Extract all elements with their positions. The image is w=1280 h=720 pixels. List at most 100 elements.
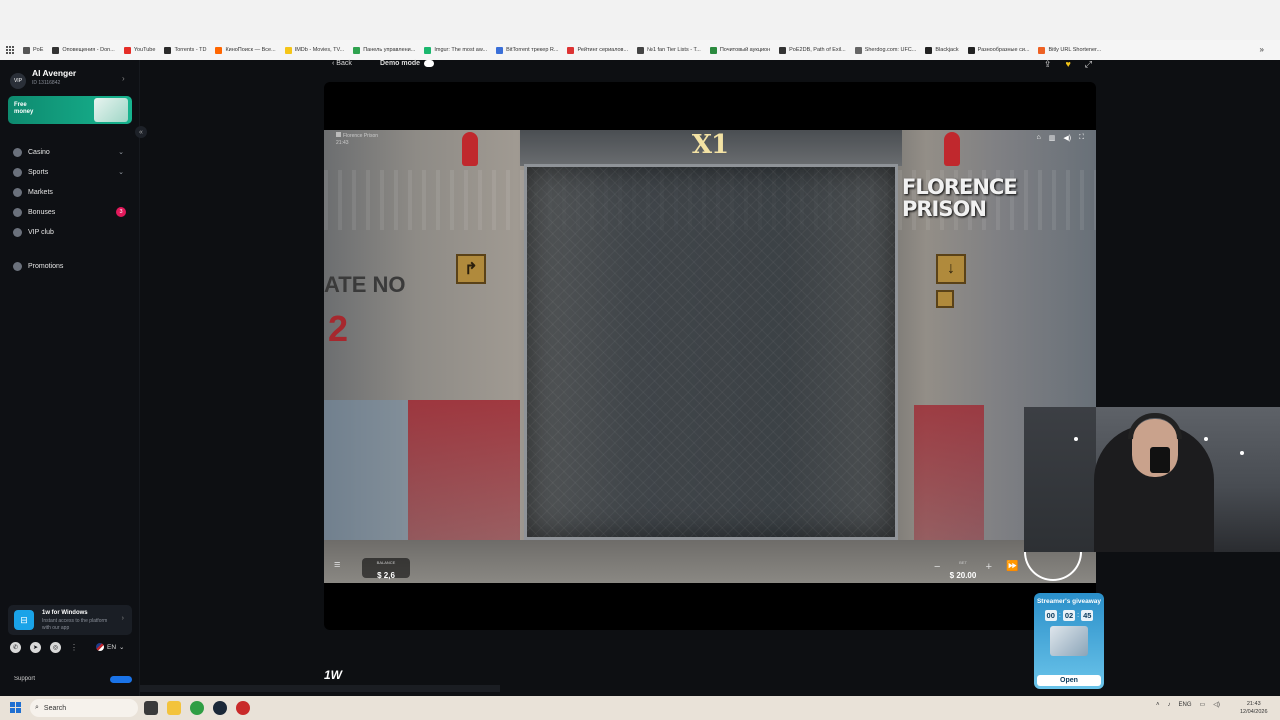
tray-language[interactable]: ENG bbox=[1179, 702, 1192, 708]
bookmark-item[interactable]: Почитовый аукцион bbox=[709, 46, 771, 54]
volume-icon[interactable]: ◁) bbox=[1213, 701, 1220, 708]
taskbar-search[interactable]: ⌕ Search bbox=[30, 699, 138, 717]
windows-start-icon[interactable] bbox=[10, 702, 21, 713]
bookmark-label: Почитовый аукцион bbox=[719, 47, 771, 53]
bookmarks-overflow-icon[interactable]: » bbox=[1260, 45, 1264, 54]
sound-icon[interactable]: ◀) bbox=[1063, 134, 1071, 142]
microphone-icon[interactable]: ♪ bbox=[1168, 702, 1171, 708]
game-logo: FLORENCE PRISON bbox=[902, 176, 1018, 220]
chevron-up-icon[interactable]: ˄ bbox=[1156, 702, 1160, 708]
turbo-fast-forward-icon[interactable]: ⏩ bbox=[1006, 561, 1018, 572]
spin-button[interactable] bbox=[1024, 547, 1082, 581]
slot-game-canvas[interactable]: ATE NO 2 X1 FLORENCE PRISON ↱ ↓ Florence… bbox=[324, 130, 1096, 583]
more-icon[interactable]: ⋮ bbox=[70, 643, 78, 652]
sidebar-item-promotions[interactable]: Promotions bbox=[8, 256, 132, 276]
back-label: Back bbox=[336, 60, 352, 67]
system-clock[interactable]: 21:43 12/04/2026 bbox=[1240, 700, 1268, 716]
share-icon[interactable]: ⇪ bbox=[1044, 59, 1052, 70]
bookmark-favicon-icon bbox=[779, 46, 787, 54]
gate-sign-number: 2 bbox=[328, 308, 349, 349]
webcam-wall bbox=[1024, 407, 1096, 552]
brand-logo: 1W bbox=[324, 668, 342, 682]
bookmark-item[interactable]: Разнообразные си... bbox=[967, 46, 1029, 54]
language-label: EN bbox=[107, 643, 117, 651]
hamburger-menu-icon[interactable]: ≡ bbox=[334, 559, 340, 571]
bookmark-item[interactable]: PoE2DB, Path of Exil... bbox=[779, 46, 846, 54]
back-button[interactable]: ‹ Back bbox=[332, 60, 352, 67]
bookmark-favicon-icon bbox=[353, 46, 361, 54]
giveaway-title: Streamer's giveaway bbox=[1036, 598, 1102, 605]
bookmark-item[interactable]: YouTube bbox=[123, 46, 155, 54]
app-icon[interactable] bbox=[236, 701, 250, 715]
sidebar-item-bonuses[interactable]: Bonuses 3 bbox=[8, 202, 132, 222]
demo-mode-label: Demo mode bbox=[380, 60, 421, 67]
file-explorer-icon[interactable] bbox=[167, 701, 181, 715]
sidebar-nav: Casino ⌄ Sports ⌄ Markets Bonuses 3 VIP … bbox=[8, 142, 132, 276]
windows-app-card[interactable]: ⊟ 1w for Windows Instant access to the p… bbox=[8, 605, 132, 635]
bookmark-label: №1 fan Tier Lists - T... bbox=[647, 47, 701, 53]
clock-date: 12/04/2026 bbox=[1240, 709, 1268, 715]
game-icon bbox=[336, 132, 341, 137]
sidebar-item-vip-club[interactable]: VIP club bbox=[8, 222, 132, 242]
toggle-switch[interactable] bbox=[424, 60, 435, 67]
bookmark-item[interactable]: Torrents - TD bbox=[164, 46, 206, 54]
promotions-icon bbox=[13, 261, 22, 271]
sidebar-item-casino[interactable]: Casino ⌄ bbox=[8, 142, 132, 162]
bookmark-item[interactable]: Панель управлени... bbox=[353, 46, 415, 54]
home-icon[interactable]: ⌂ bbox=[1037, 134, 1041, 142]
language-selector[interactable]: EN ⌄ bbox=[96, 643, 124, 651]
wall-left bbox=[324, 400, 408, 550]
sidebar-item-markets[interactable]: Markets bbox=[8, 182, 132, 202]
whatsapp-icon[interactable]: ✆ bbox=[10, 642, 21, 653]
paytable-icon[interactable]: ▥ bbox=[1049, 134, 1056, 142]
chrome-icon[interactable] bbox=[190, 701, 204, 715]
bonuses-icon bbox=[13, 207, 22, 217]
increase-bet-button[interactable]: + bbox=[986, 561, 992, 573]
favorite-heart-icon[interactable]: ♥ bbox=[1065, 59, 1070, 70]
game-frame: ATE NO 2 X1 FLORENCE PRISON ↱ ↓ Florence… bbox=[324, 82, 1096, 630]
bookmark-item[interactable]: КиноПоиск — Все... bbox=[215, 46, 276, 54]
bookmark-item[interactable]: №1 fan Tier Lists - T... bbox=[637, 46, 701, 54]
instagram-icon[interactable]: ◎ bbox=[50, 642, 61, 653]
timer-hours: 00 bbox=[1044, 610, 1057, 621]
apps-grid-icon[interactable] bbox=[6, 46, 14, 54]
steam-icon[interactable] bbox=[213, 701, 227, 715]
social-links: ✆ ➤ ◎ ⋮ bbox=[10, 642, 78, 653]
fullscreen-icon[interactable]: ⛶ bbox=[1079, 134, 1084, 142]
user-profile[interactable]: VIP AI Avenger ID 13116842 bbox=[10, 68, 76, 89]
bookmark-item[interactable]: Рейтинг сериалов... bbox=[567, 46, 628, 54]
bookmark-item[interactable]: Оповещения - Don... bbox=[52, 46, 115, 54]
username: AI Avenger bbox=[32, 68, 77, 78]
bookmark-item[interactable]: IMDb - Movies, TV... bbox=[284, 46, 344, 54]
sidebar-item-sports[interactable]: Sports ⌄ bbox=[8, 162, 132, 182]
game-name: Florence Prison bbox=[343, 133, 379, 139]
bookmark-favicon-icon bbox=[854, 46, 862, 54]
sidebar: VIP AI Avenger ID 13116842 › Free money … bbox=[0, 60, 147, 696]
game-controls: ⌂ ▥ ◀) ⛶ bbox=[1037, 134, 1084, 142]
bookmark-item[interactable]: PoE bbox=[23, 46, 44, 54]
collapse-sidebar-icon[interactable]: « bbox=[135, 126, 147, 138]
task-view-icon[interactable] bbox=[144, 701, 158, 715]
bookmark-label: PoE bbox=[33, 47, 44, 53]
support-link[interactable]: Support bbox=[14, 676, 35, 684]
fullscreen-icon[interactable]: ⤢ bbox=[1085, 59, 1092, 70]
game-time: 21:43 bbox=[336, 140, 349, 146]
telegram-icon[interactable]: ➤ bbox=[30, 642, 41, 653]
bookmark-item[interactable]: Bitly URL Shortener... bbox=[1038, 46, 1101, 54]
decrease-bet-button[interactable]: − bbox=[934, 561, 940, 573]
network-icon[interactable]: ▭ bbox=[1200, 701, 1206, 708]
bookmark-favicon-icon bbox=[637, 46, 645, 54]
bookmark-item[interactable]: Blackjack bbox=[925, 46, 959, 54]
demo-mode-toggle[interactable]: Demo mode bbox=[380, 60, 435, 67]
browser-tab-strip bbox=[0, 0, 1280, 40]
game-topbar: ‹ Back Demo mode ⇪ ♥ ⤢ bbox=[324, 59, 1096, 72]
free-money-banner[interactable]: Free money bbox=[8, 96, 132, 124]
bookmark-favicon-icon bbox=[284, 46, 292, 54]
horizontal-scrollbar[interactable] bbox=[140, 685, 500, 692]
giveaway-open-button[interactable]: Open bbox=[1037, 675, 1101, 686]
bookmark-item[interactable]: BitTorrent трекер R... bbox=[496, 46, 558, 54]
chevron-right-icon[interactable]: › bbox=[122, 74, 125, 83]
bookmark-item[interactable]: Imgur: The most aw... bbox=[424, 46, 487, 54]
free-money-label: Free money bbox=[14, 102, 34, 115]
bookmark-item[interactable]: Sherdog.com: UFC... bbox=[854, 46, 916, 54]
